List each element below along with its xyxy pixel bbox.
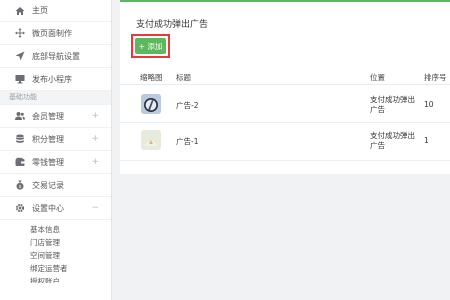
add-button-highlight: + 添加 xyxy=(131,34,170,58)
page-title: 支付成功弹出广告 xyxy=(136,20,209,30)
main-panel: 支付成功弹出广告 + 添加 缩略图 标题 位置 排序号 广告-2 支付成功弹出广… xyxy=(120,0,450,174)
navigation-arrow-icon xyxy=(14,50,26,62)
svg-text:$: $ xyxy=(19,184,22,190)
ad-sort-number: 1 xyxy=(424,136,429,145)
sidebar-item-label: 会员管理 xyxy=(32,111,64,121)
sidebar-subitem-auth[interactable]: 授权账户 xyxy=(0,275,111,283)
sidebar-item-settings[interactable]: 设置中心 − xyxy=(0,197,111,220)
column-header-thumbnail: 缩略图 xyxy=(140,73,163,82)
monitor-icon xyxy=(14,73,26,85)
column-header-position: 位置 xyxy=(370,73,385,82)
ad-sort-number: 10 xyxy=(424,100,434,109)
expand-icon[interactable]: + xyxy=(91,111,99,121)
expand-icon[interactable]: + xyxy=(91,134,99,144)
gear-icon xyxy=(14,202,26,214)
ad-title: 广告-2 xyxy=(176,101,199,110)
database-icon xyxy=(14,133,26,145)
column-header-title: 标题 xyxy=(176,73,191,82)
sidebar-item-label: 积分管理 xyxy=(32,134,64,144)
collapse-icon[interactable]: − xyxy=(91,203,99,213)
table-row[interactable]: 广告-2 支付成功弹出 广告 10 xyxy=(120,85,450,123)
sidebar-item-label: 设置中心 xyxy=(32,203,64,213)
sidebar-item-members[interactable]: 会员管理 + xyxy=(0,105,111,128)
home-icon xyxy=(14,5,26,17)
sidebar: 主页 微页面制作 底部导航设置 发布小程序 基础功能 会员管理 + 积分管理 + xyxy=(0,0,112,300)
sidebar-item-label: 交易记录 xyxy=(32,180,64,190)
sidebar-item-label: 微页面制作 xyxy=(32,28,72,38)
sidebar-item-points[interactable]: 积分管理 + xyxy=(0,128,111,151)
ad-position: 支付成功弹出 广告 xyxy=(370,131,415,150)
sidebar-subitem-operator[interactable]: 绑定运营者 xyxy=(0,262,111,275)
sidebar-item-transactions[interactable]: $ 交易记录 xyxy=(0,174,111,197)
add-button[interactable]: + 添加 xyxy=(135,38,166,54)
ad-thumbnail xyxy=(141,94,161,114)
ad-thumbnail xyxy=(141,130,161,150)
ad-position: 支付成功弹出 广告 xyxy=(370,95,415,114)
section-label-basic: 基础功能 xyxy=(0,91,111,105)
sidebar-subitem-basic-info[interactable]: 基本信息 xyxy=(0,223,111,236)
sidebar-item-page-builder[interactable]: 微页面制作 xyxy=(0,22,111,45)
sidebar-item-label: 主页 xyxy=(32,6,48,15)
table-row[interactable]: 广告-1 支付成功弹出 广告 1 xyxy=(120,123,450,161)
sidebar-item-bottom-nav[interactable]: 底部导航设置 xyxy=(0,45,111,68)
move-icon xyxy=(14,27,26,39)
expand-icon[interactable]: + xyxy=(91,157,99,167)
sidebar-item-label: 发布小程序 xyxy=(32,74,72,84)
sidebar-item-home[interactable]: 主页 xyxy=(0,0,111,22)
sidebar-item-label: 零钱管理 xyxy=(32,157,64,167)
ad-title: 广告-1 xyxy=(176,137,199,146)
sidebar-item-publish[interactable]: 发布小程序 xyxy=(0,68,111,91)
wallet-icon xyxy=(14,156,26,168)
sidebar-item-label: 底部导航设置 xyxy=(32,51,80,61)
users-icon xyxy=(14,110,26,122)
table-header: 缩略图 标题 位置 排序号 xyxy=(120,69,450,85)
sidebar-subitem-store[interactable]: 门店管理 xyxy=(0,236,111,249)
sidebar-item-change[interactable]: 零钱管理 + xyxy=(0,151,111,174)
column-header-sort: 排序号 xyxy=(424,73,447,82)
sidebar-subitem-space[interactable]: 空间管理 xyxy=(0,249,111,262)
money-bag-icon: $ xyxy=(14,179,26,191)
